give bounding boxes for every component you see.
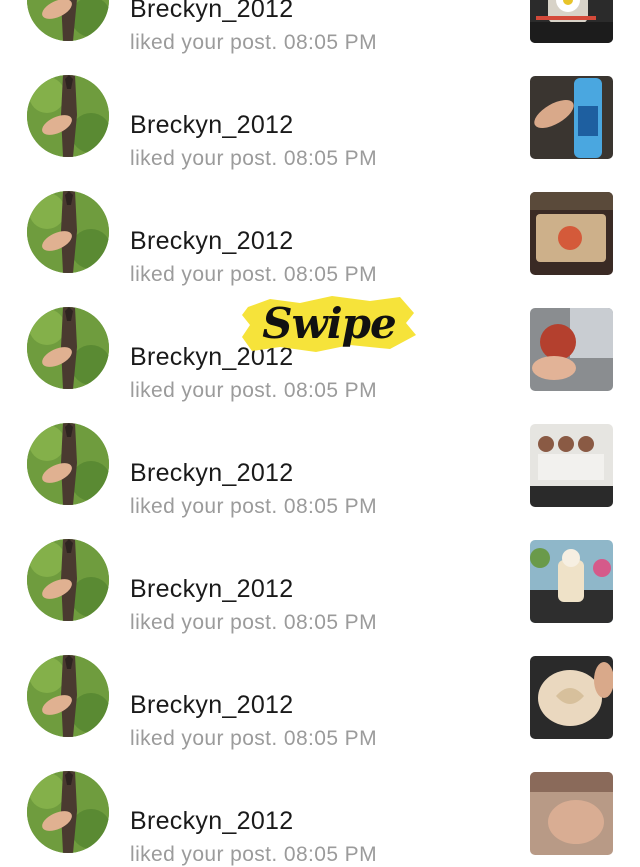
notification-row[interactable]: Breckyn_2012 liked your post. 08:05 PM — [0, 380, 640, 518]
username[interactable]: Breckyn_2012 — [130, 691, 293, 720]
user-avatar-icon[interactable] — [27, 423, 109, 505]
post-thumbnail-icon[interactable] — [530, 540, 613, 623]
username[interactable]: Breckyn_2012 — [130, 227, 293, 256]
username[interactable]: Breckyn_2012 — [130, 111, 293, 140]
swipe-sticker: Swipe — [240, 293, 418, 355]
post-thumbnail-icon[interactable] — [530, 308, 613, 391]
notification-row[interactable]: Breckyn_2012 liked your post. 08:05 PM — [0, 0, 640, 54]
post-thumbnail-icon[interactable] — [530, 192, 613, 275]
post-thumbnail-icon[interactable] — [530, 424, 613, 507]
post-thumbnail-icon[interactable] — [530, 656, 613, 739]
post-thumbnail-icon[interactable] — [530, 76, 613, 159]
notification-row[interactable]: Breckyn_2012 liked your post. 08:05 PM — [0, 32, 640, 170]
notification-row[interactable]: Breckyn_2012 liked your post. 08:05 PM — [0, 148, 640, 286]
activity-text: liked your post. 08:05 PM — [130, 843, 377, 866]
user-avatar-icon[interactable] — [27, 771, 109, 853]
user-avatar-icon[interactable] — [27, 75, 109, 157]
notification-row[interactable]: Breckyn_2012 liked your post. 08:05 PM — [0, 728, 640, 866]
username[interactable]: Breckyn_2012 — [130, 459, 293, 488]
notification-row[interactable]: Breckyn_2012 liked your post. 08:05 PM — [0, 612, 640, 750]
user-avatar-icon[interactable] — [27, 655, 109, 737]
username[interactable]: Breckyn_2012 — [130, 0, 293, 24]
notification-row[interactable]: Breckyn_2012 liked your post. 08:05 PM — [0, 496, 640, 634]
user-avatar-icon[interactable] — [27, 307, 109, 389]
user-avatar-icon[interactable] — [27, 539, 109, 621]
notification-list: Breckyn_2012 liked your post. 08:05 PM B… — [0, 0, 640, 866]
post-thumbnail-icon[interactable] — [530, 772, 613, 855]
username[interactable]: Breckyn_2012 — [130, 575, 293, 604]
username[interactable]: Breckyn_2012 — [130, 807, 293, 836]
sticker-text: Swipe — [262, 299, 397, 348]
user-avatar-icon[interactable] — [27, 191, 109, 273]
